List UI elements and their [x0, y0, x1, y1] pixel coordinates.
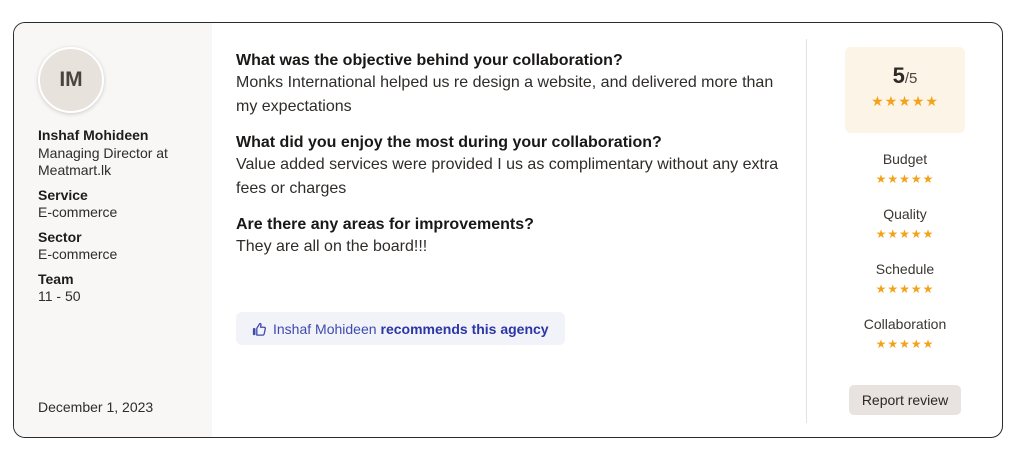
rating-budget: Budget ★★★★★ — [845, 151, 965, 186]
overall-stars: ★★★★★ — [871, 93, 939, 109]
answer: Monks International helped us re design … — [236, 74, 774, 115]
question: What did you enjoy the most during your … — [236, 134, 662, 151]
rating-schedule: Schedule ★★★★★ — [845, 261, 965, 296]
rating-stars: ★★★★★ — [875, 282, 935, 296]
rating-stars: ★★★★★ — [875, 172, 935, 186]
question: Are there any areas for improvements? — [236, 216, 534, 233]
score-value-wrap: 5/5 — [845, 63, 965, 89]
answer: Value added services were provided I us … — [236, 156, 779, 197]
report-review-button[interactable]: Report review — [849, 385, 961, 415]
reviewer-panel: IM Inshaf Mohideen Managing Director at … — [14, 23, 212, 437]
rating-stars: ★★★★★ — [875, 337, 935, 351]
rating-collaboration: Collaboration ★★★★★ — [845, 316, 965, 351]
overall-score: 5/5 ★★★★★ — [845, 47, 965, 133]
team-label: Team — [38, 271, 74, 287]
score-out-of: /5 — [904, 70, 918, 87]
rating-label: Collaboration — [863, 316, 947, 332]
qa-item: What was the objective behind your colla… — [236, 51, 796, 119]
service-label: Service — [38, 187, 88, 203]
avatar: IM — [38, 47, 104, 113]
rating-stars: ★★★★★ — [875, 227, 935, 241]
answer: They are all on the board!!! — [236, 238, 428, 255]
divider — [806, 39, 807, 423]
thumbs-up-icon — [252, 322, 266, 336]
sector-label: Sector — [38, 229, 82, 245]
rating-quality: Quality ★★★★★ — [845, 206, 965, 241]
qa-item: What did you enjoy the most during your … — [236, 133, 796, 201]
recommendation-badge[interactable]: Inshaf Mohideen recommends this agency — [236, 312, 565, 345]
review-content: What was the objective behind your colla… — [236, 51, 796, 273]
rating-label: Quality — [883, 206, 927, 222]
reviewer-name: Inshaf Mohideen — [38, 127, 149, 143]
recommendation-text: recommends this agency — [380, 320, 549, 337]
question: What was the objective behind your colla… — [236, 52, 623, 69]
service-value: E-commerce — [38, 204, 118, 220]
rating-label: Budget — [882, 151, 928, 167]
qa-item: Are there any areas for improvements? Th… — [236, 215, 796, 259]
reviewer-role: Managing Director at Meatmart.lk — [38, 145, 168, 178]
sector-value: E-commerce — [38, 246, 118, 262]
score-value: 5 — [892, 63, 905, 88]
team-value: 11 - 50 — [38, 288, 81, 304]
recommender-name: Inshaf Mohideen — [273, 320, 377, 337]
review-date: December 1, 2023 — [38, 399, 154, 415]
rating-label: Schedule — [875, 261, 935, 277]
review-card: IM Inshaf Mohideen Managing Director at … — [13, 22, 1003, 438]
